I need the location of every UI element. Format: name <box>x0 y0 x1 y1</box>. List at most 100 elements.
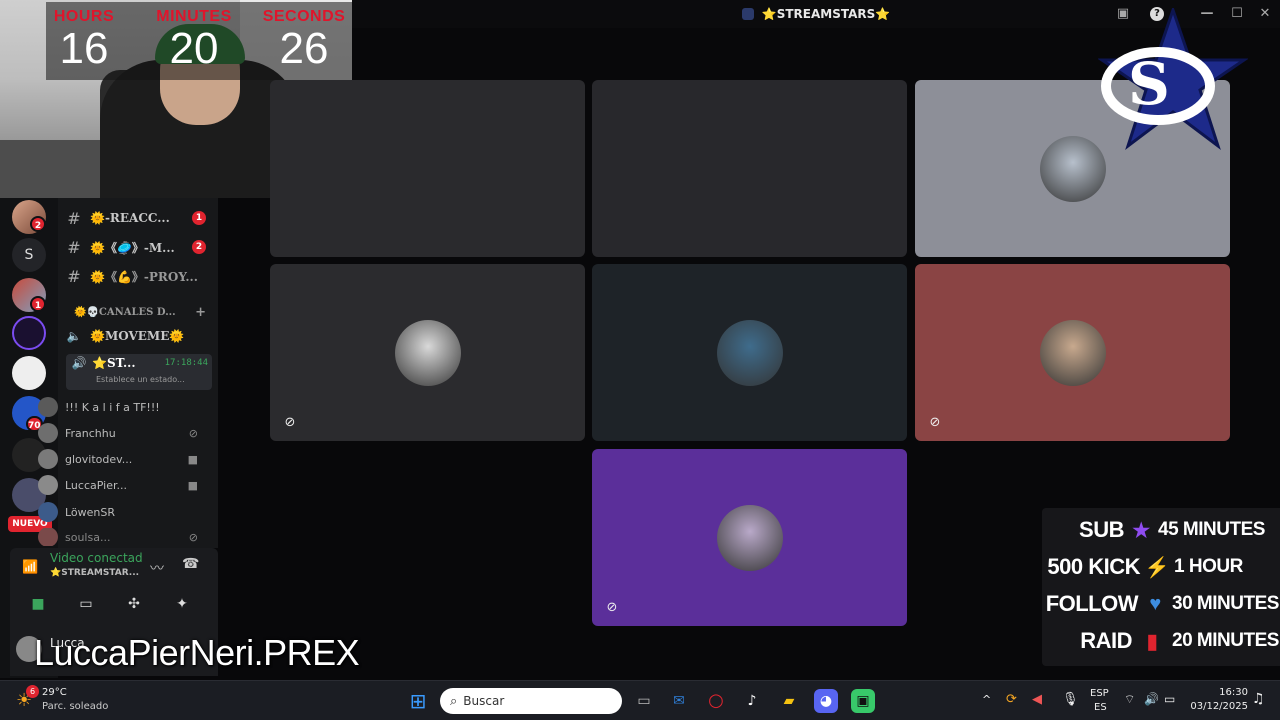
mic-muted-icon: ⊘ <box>606 600 618 615</box>
speaker-active-icon: 🔊 <box>71 356 87 370</box>
server-army[interactable] <box>12 356 46 390</box>
unread-count: 2 <box>192 240 206 254</box>
participant-avatar <box>717 320 783 386</box>
signal-icon[interactable]: 📶 <box>22 560 38 575</box>
add-channel-icon[interactable]: + <box>195 305 206 320</box>
taskbar: ☀ 6 29°C Parc. soleado ⊞ ⌕ Buscar ▭ ✉ ○ … <box>0 680 1280 720</box>
screen-share-button[interactable]: ▭ <box>66 590 106 618</box>
user-name: !!! K a l i f a TF!!! <box>65 400 160 414</box>
timer-seconds: SECONDS 26 <box>254 2 354 72</box>
discord-icon[interactable]: ◕ <box>814 689 838 713</box>
streamlabs-icon[interactable]: ▣ <box>851 689 875 713</box>
tray-chevron-icon[interactable]: ^ <box>982 693 991 706</box>
video-tile[interactable]: ⊘ <box>270 264 585 441</box>
video-tile[interactable]: ⊘ <box>915 264 1230 441</box>
app-icon <box>741 8 754 20</box>
user-avatar <box>38 502 58 522</box>
clock-time[interactable]: 16:30 <box>1192 687 1248 698</box>
hash-icon: # <box>67 237 81 257</box>
taskbar-search[interactable]: ⌕ Buscar <box>440 688 622 714</box>
mic-muted-icon: ⊘ <box>929 415 941 430</box>
timer-hours: HOURS 16 <box>34 2 134 72</box>
user-name: LuccaPier... <box>65 478 127 492</box>
channel-name: 🌞-REACC... <box>90 211 170 225</box>
mic-icon[interactable]: 🎙 <box>1062 692 1079 707</box>
speaker-app-icon[interactable]: ◀ <box>1032 692 1042 707</box>
goal-label: SUB <box>1079 517 1124 542</box>
status-text[interactable]: Establece un estado... <box>96 375 185 384</box>
server-badge-2: 1 <box>30 296 46 312</box>
voice-time: 17:18:44 <box>164 358 208 368</box>
voice-user[interactable]: soulsa... ⊘ <box>38 528 208 546</box>
folder-icon[interactable]: ▰ <box>777 689 801 713</box>
camera-icon: ■ <box>187 452 198 466</box>
video-tile[interactable] <box>270 80 585 257</box>
hash-icon: # <box>67 266 81 286</box>
server-letter[interactable]: S <box>12 238 46 272</box>
stream-timer: HOURS 16 MINUTES 20 SECONDS 26 <box>46 2 352 80</box>
mic-off-icon: ⊘ <box>188 530 198 544</box>
sync-icon[interactable]: ⟳ <box>1006 692 1017 707</box>
start-icon[interactable]: ⊞ <box>406 689 430 713</box>
clock-date[interactable]: 03/12/2025 <box>1188 701 1248 712</box>
battery-icon[interactable]: ▭ <box>1164 692 1175 706</box>
mail-icon[interactable]: ✉ <box>667 689 691 713</box>
channel-category[interactable]: 🌞💀CANALES D... + <box>58 300 218 324</box>
voice-user[interactable]: LöwenSR <box>38 501 208 523</box>
task-view-icon[interactable]: ▭ <box>632 689 656 713</box>
server-badge-1: 2 <box>30 216 46 232</box>
mic-muted-icon: ⊘ <box>284 415 296 430</box>
lang-1[interactable]: ESP <box>1090 688 1109 699</box>
text-channel-2[interactable]: # 🌞《🥏》-M... 2 <box>58 235 218 259</box>
user-name: Franchhu <box>65 426 116 440</box>
webcam-bed <box>0 140 110 198</box>
voice-user[interactable]: LuccaPier... ■ <box>38 474 208 496</box>
voice-user[interactable]: !!! K a l i f a TF!!! <box>38 396 208 418</box>
user-name: LöwenSR <box>65 505 116 519</box>
disconnect-icon[interactable]: ☎ <box>182 556 199 572</box>
wifi-icon[interactable]: ⌔ <box>1124 692 1135 707</box>
lightning-icon: ⚡ <box>1144 556 1170 579</box>
text-channel-1[interactable]: # 🌞-REACC... 1 <box>58 206 218 230</box>
voice-user[interactable]: glovitodev... ■ <box>38 448 208 470</box>
close-icon[interactable]: ✕ <box>1256 5 1274 23</box>
noise-suppression-icon[interactable]: 〰 <box>150 558 164 578</box>
hash-icon: # <box>67 208 81 228</box>
tiktok-icon[interactable]: ♪ <box>740 689 764 713</box>
weather-badge: 6 <box>26 685 39 698</box>
window-title: ⭐STREAMSTARS⭐ <box>761 7 891 21</box>
voice-channel-1[interactable]: 🔈 🌞MOVEME🌞 <box>58 324 218 348</box>
notification-bell-icon[interactable]: ♫ <box>1252 691 1265 707</box>
user-avatar <box>38 475 58 495</box>
opera-icon[interactable]: ○ <box>704 689 728 713</box>
activities-button[interactable]: ✣ <box>114 590 154 618</box>
participant-avatar <box>1040 320 1106 386</box>
channel-name: 🌞《🥏》-M... <box>90 240 175 255</box>
video-tile[interactable] <box>592 80 907 257</box>
video-tile[interactable]: ⊘ <box>592 449 907 626</box>
server-infinit[interactable] <box>12 316 46 350</box>
sub-goals-panel: SUB ★ 45 MINUTES 500 KICK ⚡ 1 HOUR FOLLO… <box>1042 508 1280 666</box>
flag-icon: ▮ <box>1146 630 1158 653</box>
goal-value: 45 MINUTES <box>1158 519 1265 540</box>
voice-user[interactable]: Franchhu ⊘ <box>38 422 208 444</box>
svg-text:S: S <box>1128 50 1170 118</box>
category-name: 🌞💀CANALES D... <box>74 306 176 318</box>
star-icon: ★ <box>1132 519 1150 542</box>
goal-row-follow: FOLLOW ♥ 30 MINUTES <box>1042 586 1280 622</box>
text-channel-3[interactable]: # 🌞《💪》-PROY... <box>58 264 218 288</box>
lang-2[interactable]: ES <box>1094 702 1107 713</box>
volume-icon[interactable]: 🔊 <box>1144 692 1159 706</box>
goal-value: 1 HOUR <box>1174 556 1243 577</box>
user-name: glovitodev... <box>65 452 133 466</box>
soundboard-button[interactable]: ✦ <box>162 590 202 618</box>
camera-icon: ■ <box>187 478 198 492</box>
camera-button[interactable]: ■ <box>18 590 58 618</box>
goal-row-sub: SUB ★ 45 MINUTES <box>1042 512 1280 548</box>
channel-name: 🌞《💪》-PROY... <box>90 269 198 284</box>
connection-channel[interactable]: ⭐STREAMSTAR... <box>50 568 139 578</box>
video-tile[interactable] <box>592 264 907 441</box>
hours-value: 16 <box>59 24 109 73</box>
voice-channel-active[interactable]: 🔊 ⭐ST... 17:18:44 Establece un estado... <box>66 354 212 390</box>
mic-off-icon: ⊘ <box>188 426 198 440</box>
